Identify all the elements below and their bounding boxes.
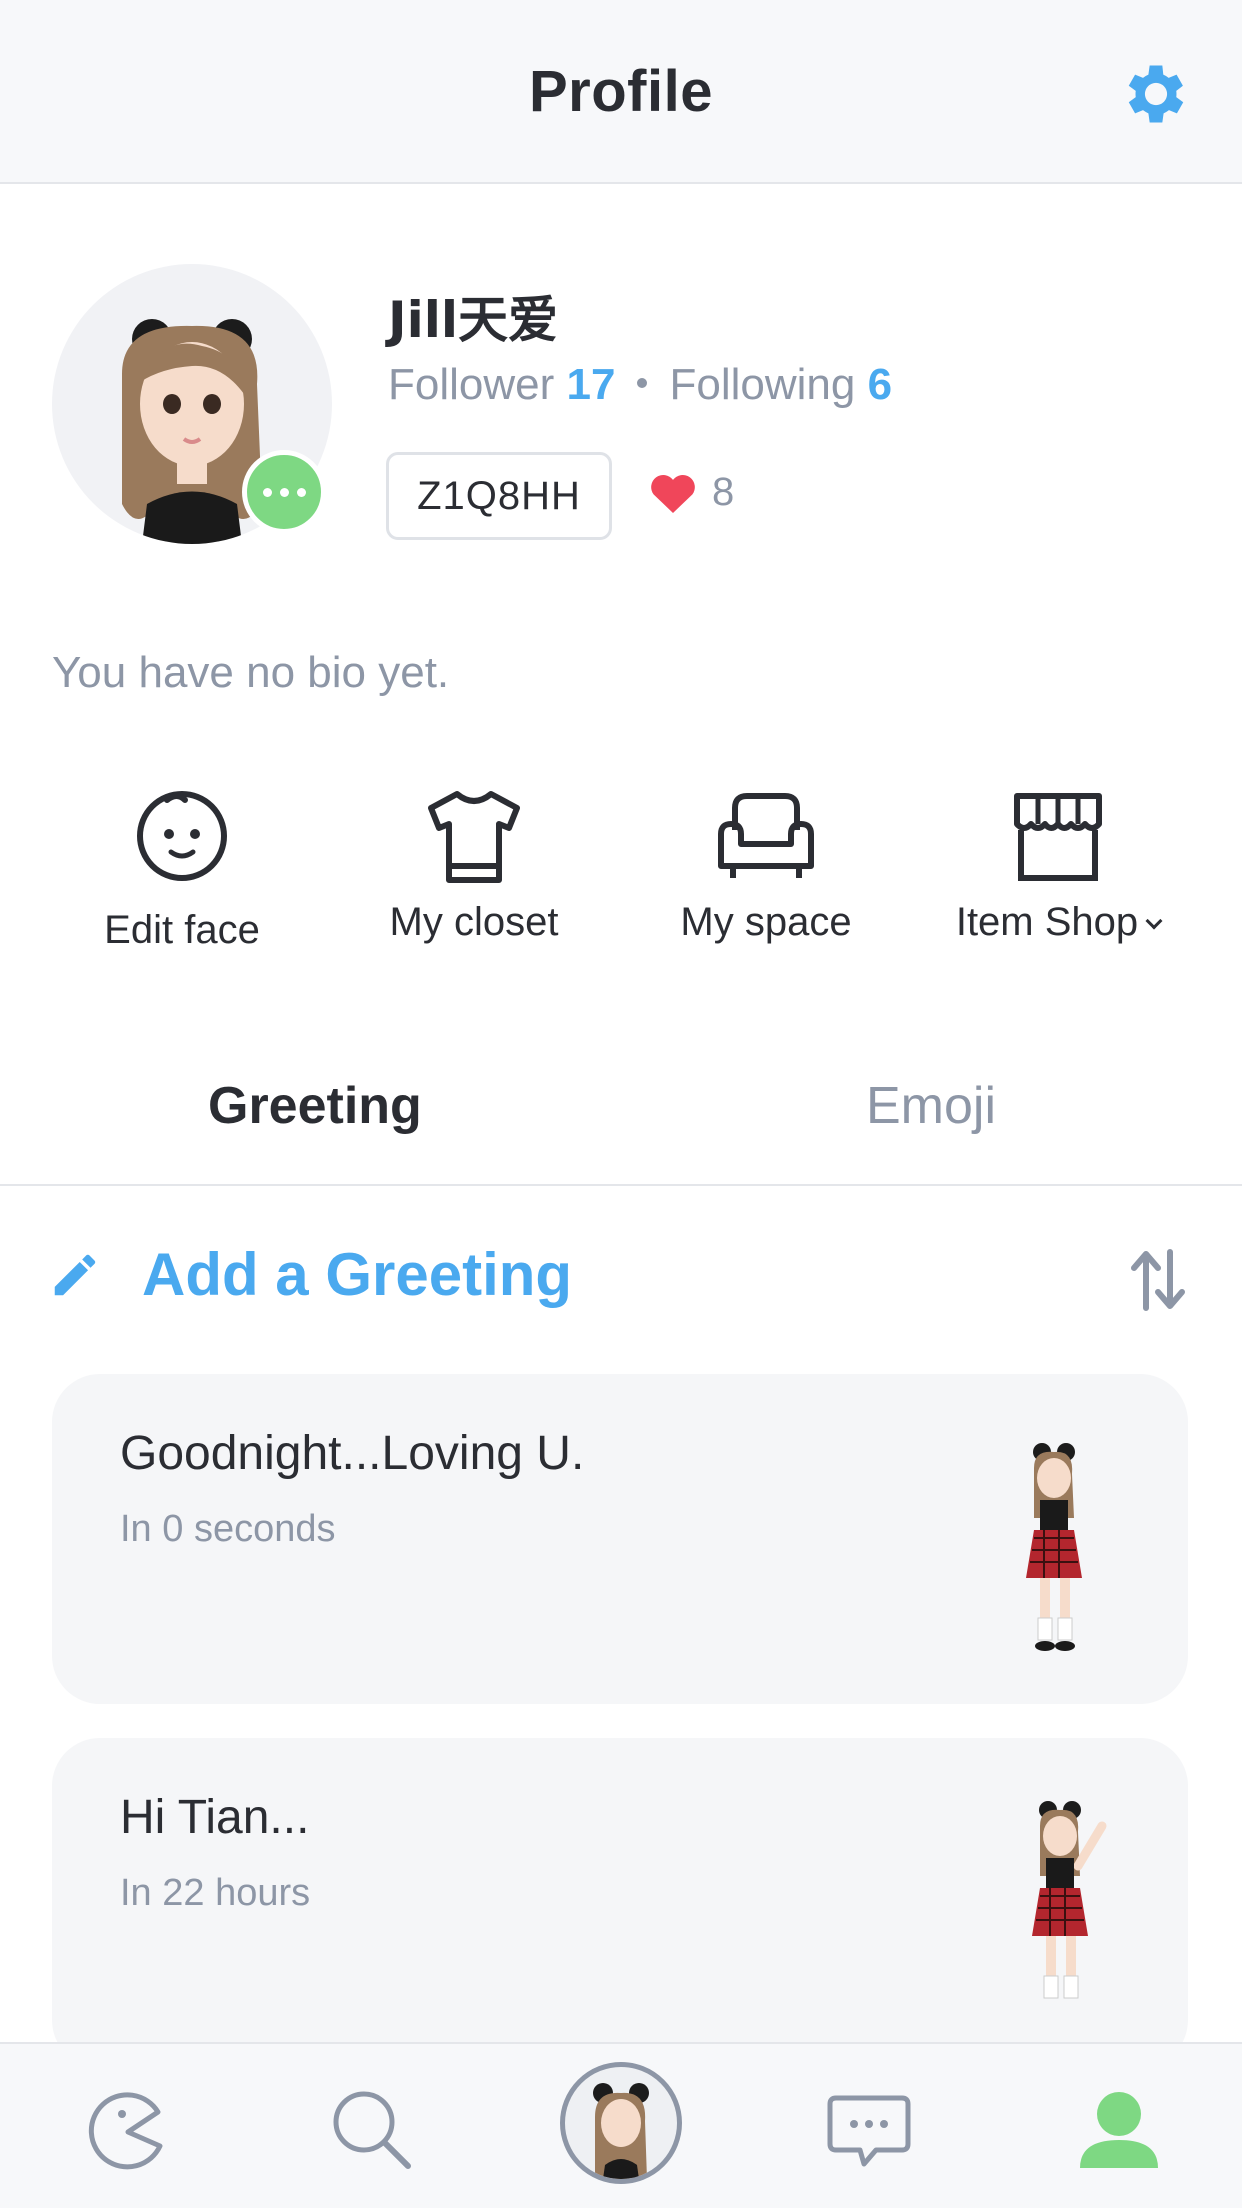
likes-count: 8: [712, 470, 735, 514]
tab-greeting[interactable]: Greeting: [208, 1076, 422, 1136]
profile-name: Jill天爱: [388, 291, 559, 349]
following-count: 6: [867, 360, 893, 409]
item-shop-button[interactable]: Item Shop: [908, 786, 1208, 945]
gear-icon[interactable]: [1118, 56, 1194, 132]
face-icon: [137, 791, 227, 881]
follower-label: Follower: [388, 360, 555, 409]
avatar-nav-button[interactable]: [560, 2062, 682, 2184]
my-space-button[interactable]: My space: [616, 786, 916, 945]
avatar-figure: [1032, 1801, 1107, 1999]
pacman-icon[interactable]: [80, 2084, 170, 2174]
tab-bar: Greeting Emoji: [0, 1060, 1242, 1186]
profile-icon[interactable]: [1074, 2084, 1164, 2174]
page-title: Profile: [529, 59, 713, 124]
likes: 8: [650, 470, 734, 515]
avatar-figure: [1026, 1443, 1082, 1651]
greeting-time: In 0 seconds: [120, 1508, 336, 1550]
edit-face-label: Edit face: [104, 908, 260, 952]
follower-link[interactable]: Follower 17: [388, 360, 615, 409]
greeting-card[interactable]: Goodnight...Loving U. In 0 seconds: [52, 1374, 1188, 1704]
chevron-down-icon: [1145, 912, 1163, 930]
add-greeting-label: Add a Greeting: [142, 1241, 573, 1308]
user-code-badge[interactable]: Z1Q8HH: [386, 452, 612, 540]
separator-dot: [637, 378, 648, 389]
my-space-label: My space: [680, 900, 852, 944]
avatar-icon: [593, 2083, 649, 2179]
shop-icon: [1014, 793, 1102, 881]
my-closet-label: My closet: [389, 900, 559, 944]
following-link[interactable]: Following 6: [669, 360, 892, 409]
greeting-time: In 22 hours: [120, 1872, 311, 1914]
follower-count: 17: [566, 360, 616, 409]
pencil-icon: [54, 1254, 96, 1295]
bio-text: You have no bio yet.: [52, 648, 450, 697]
search-icon[interactable]: [326, 2084, 416, 2174]
quick-actions: Edit face My closet My space Item Shop: [0, 786, 1242, 976]
shirt-icon: [428, 791, 520, 883]
header: Profile: [0, 0, 1242, 184]
tab-emoji[interactable]: Emoji: [866, 1076, 996, 1136]
following-label: Following: [669, 360, 856, 409]
add-greeting-button[interactable]: Add a Greeting: [48, 1240, 572, 1309]
item-shop-text: Item Shop: [955, 900, 1139, 944]
follow-stats: Follower 17 Following 6: [388, 360, 892, 410]
chat-icon[interactable]: [824, 2084, 914, 2174]
avatar-more-button[interactable]: [242, 450, 326, 534]
greeting-title: Hi Tian...: [120, 1791, 310, 1844]
sofa-icon: [718, 793, 814, 878]
greeting-title: Goodnight...Loving U.: [120, 1427, 585, 1480]
edit-face-button[interactable]: Edit face: [32, 786, 332, 953]
heart-icon: [651, 474, 695, 513]
sort-icon[interactable]: [1130, 1248, 1186, 1312]
bottom-nav: [0, 2042, 1242, 2208]
greeting-card[interactable]: Hi Tian... In 22 hours: [52, 1738, 1188, 2068]
item-shop-label: Item Shop: [908, 900, 1208, 945]
my-closet-button[interactable]: My closet: [324, 786, 624, 945]
